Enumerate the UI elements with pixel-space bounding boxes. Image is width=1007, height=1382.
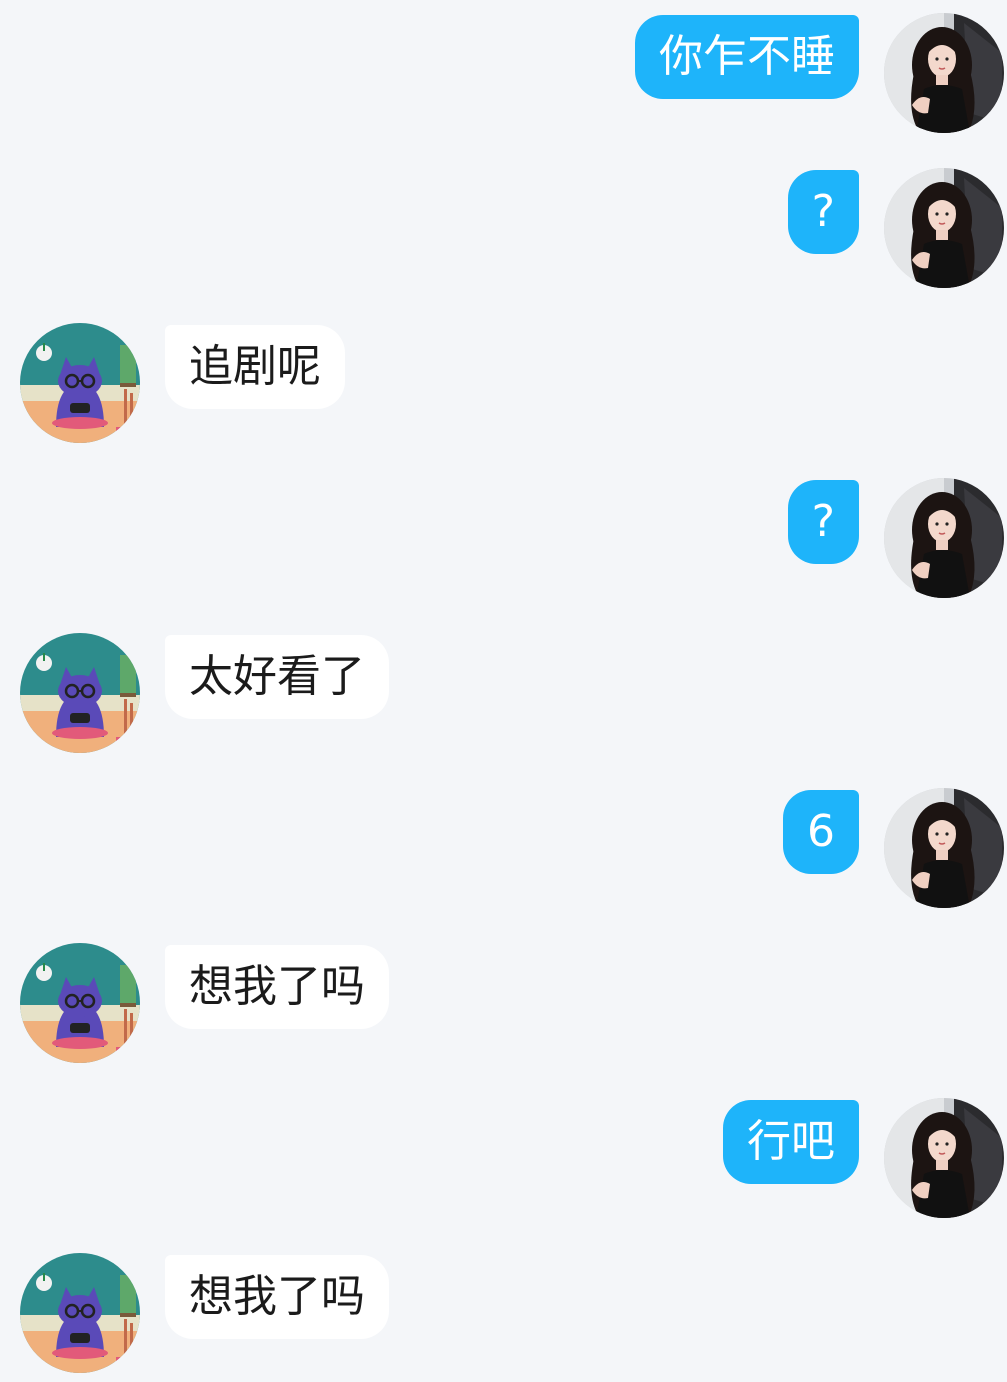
cartoon-cat-avatar-icon[interactable] xyxy=(20,633,140,753)
message-bubble[interactable]: 6 xyxy=(783,790,859,874)
cartoon-cat-avatar-icon[interactable] xyxy=(20,1253,140,1373)
message-row-incoming: 追剧呢 xyxy=(0,323,1007,447)
message-bubble[interactable]: ? xyxy=(787,480,859,564)
message-bubble[interactable]: 想我了吗 xyxy=(165,1255,389,1339)
message-row-outgoing: 你乍不睡 xyxy=(0,13,1007,137)
message-bubble[interactable]: 你乍不睡 xyxy=(635,15,859,99)
message-bubble[interactable]: 太好看了 xyxy=(165,635,389,719)
message-bubble[interactable]: 行吧 xyxy=(723,1100,859,1184)
message-row-outgoing: ? xyxy=(0,478,1007,602)
chat-message-list[interactable]: 你乍不睡 ? 追剧呢 ? 太好看了 6 想我了吗 行吧 想我了吗 xyxy=(0,0,1007,1382)
woman-portrait-avatar-icon[interactable] xyxy=(884,168,1004,288)
message-row-incoming: 想我了吗 xyxy=(0,1253,1007,1377)
message-row-outgoing: 6 xyxy=(0,788,1007,912)
message-bubble[interactable]: 追剧呢 xyxy=(165,325,345,409)
message-row-incoming: 想我了吗 xyxy=(0,943,1007,1067)
woman-portrait-avatar-icon[interactable] xyxy=(884,13,1004,133)
woman-portrait-avatar-icon[interactable] xyxy=(884,788,1004,908)
message-row-outgoing: ? xyxy=(0,168,1007,292)
message-bubble[interactable]: ? xyxy=(787,170,859,254)
message-row-incoming: 太好看了 xyxy=(0,633,1007,757)
woman-portrait-avatar-icon[interactable] xyxy=(884,1098,1004,1218)
message-bubble[interactable]: 想我了吗 xyxy=(165,945,389,1029)
cartoon-cat-avatar-icon[interactable] xyxy=(20,943,140,1063)
message-row-outgoing: 行吧 xyxy=(0,1098,1007,1222)
woman-portrait-avatar-icon[interactable] xyxy=(884,478,1004,598)
cartoon-cat-avatar-icon[interactable] xyxy=(20,323,140,443)
